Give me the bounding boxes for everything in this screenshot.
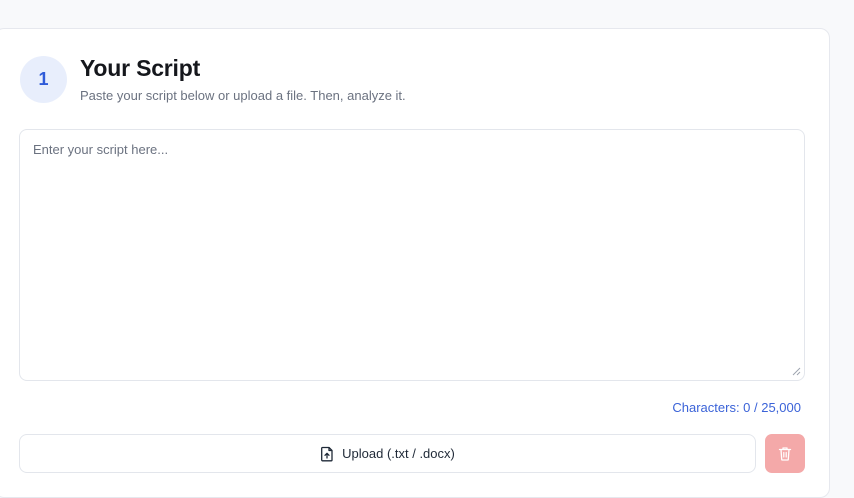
delete-script-button[interactable] bbox=[765, 434, 805, 473]
resize-handle-icon[interactable] bbox=[791, 366, 801, 376]
script-textarea[interactable] bbox=[19, 129, 805, 381]
upload-button-label: Upload (.txt / .docx) bbox=[342, 446, 455, 461]
character-counter: Characters: 0 / 25,000 bbox=[672, 400, 801, 415]
upload-file-button[interactable]: Upload (.txt / .docx) bbox=[19, 434, 756, 473]
section-title: Your Script bbox=[80, 55, 201, 81]
step-number-badge: 1 bbox=[20, 56, 67, 103]
section-subtitle: Paste your script below or upload a file… bbox=[80, 88, 406, 103]
file-upload-icon bbox=[320, 446, 334, 462]
trash-icon bbox=[778, 447, 792, 461]
